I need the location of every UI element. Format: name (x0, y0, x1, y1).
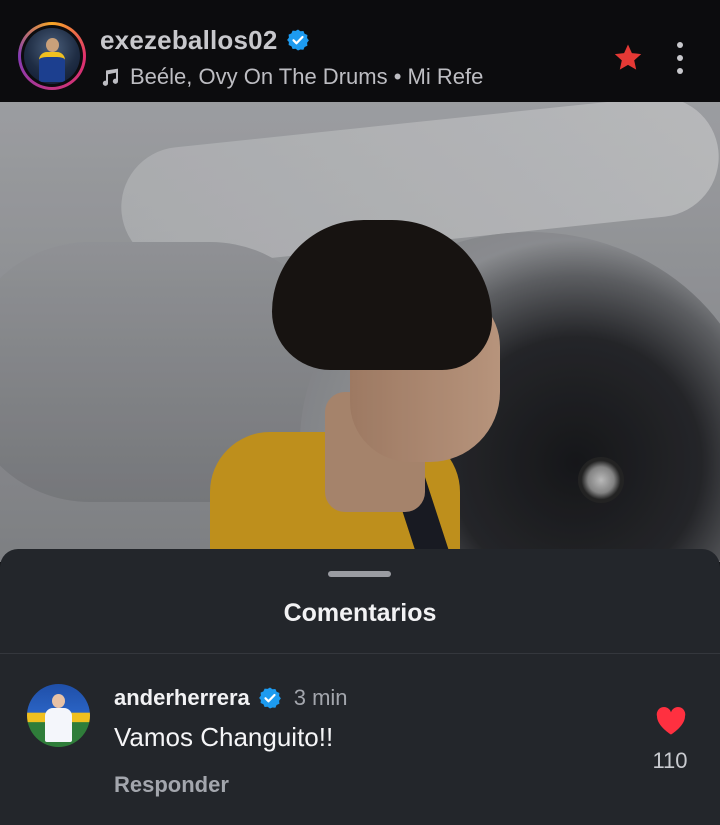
avatar[interactable] (24, 28, 80, 84)
comment-text: Vamos Changuito!! (114, 722, 334, 752)
dot (677, 42, 683, 48)
heart-icon[interactable] (655, 706, 687, 736)
username-row: exezeballos02 (100, 22, 483, 58)
post-header: exezeballos02 Beéle, Ovy On The Drums • … (0, 0, 720, 102)
star-icon[interactable] (612, 42, 644, 74)
reply-button[interactable]: Responder (114, 772, 229, 798)
photo-overlay (0, 102, 720, 562)
avatar-figure-body (45, 708, 72, 742)
post-photo[interactable] (0, 102, 720, 562)
dot (677, 68, 683, 74)
comment-header: anderherrera 3 min (114, 682, 348, 714)
avatar-inner (21, 25, 83, 87)
sheet-title: Comentarios (283, 599, 437, 627)
music-track: Beéle, Ovy On The Drums • Mi Refe (130, 64, 484, 89)
like-count: 110 (652, 748, 688, 773)
comments-sheet: Comentarios anderherrera 3 min Vamos Cha… (0, 549, 720, 825)
comment-time: 3 min (293, 685, 348, 710)
story-ring[interactable] (18, 22, 86, 90)
avatar-figure-head (46, 38, 59, 52)
comment-item: anderherrera 3 min Vamos Changuito!! Res… (0, 654, 720, 825)
drag-handle[interactable] (328, 571, 391, 577)
avatar-figure-head (52, 694, 65, 708)
comment-avatar[interactable] (27, 684, 90, 747)
dot (677, 55, 683, 61)
verified-badge-icon (258, 687, 281, 709)
music-note-icon (102, 68, 119, 86)
comment-username[interactable]: anderherrera (114, 685, 250, 711)
avatar-figure-body (39, 52, 65, 82)
username[interactable]: exezeballos02 (100, 25, 278, 56)
user-block: exezeballos02 Beéle, Ovy On The Drums • … (100, 22, 483, 92)
verified-badge-icon (286, 29, 309, 51)
music-row[interactable]: Beéle, Ovy On The Drums • Mi Refe (100, 62, 483, 92)
more-options-icon[interactable] (668, 38, 692, 78)
